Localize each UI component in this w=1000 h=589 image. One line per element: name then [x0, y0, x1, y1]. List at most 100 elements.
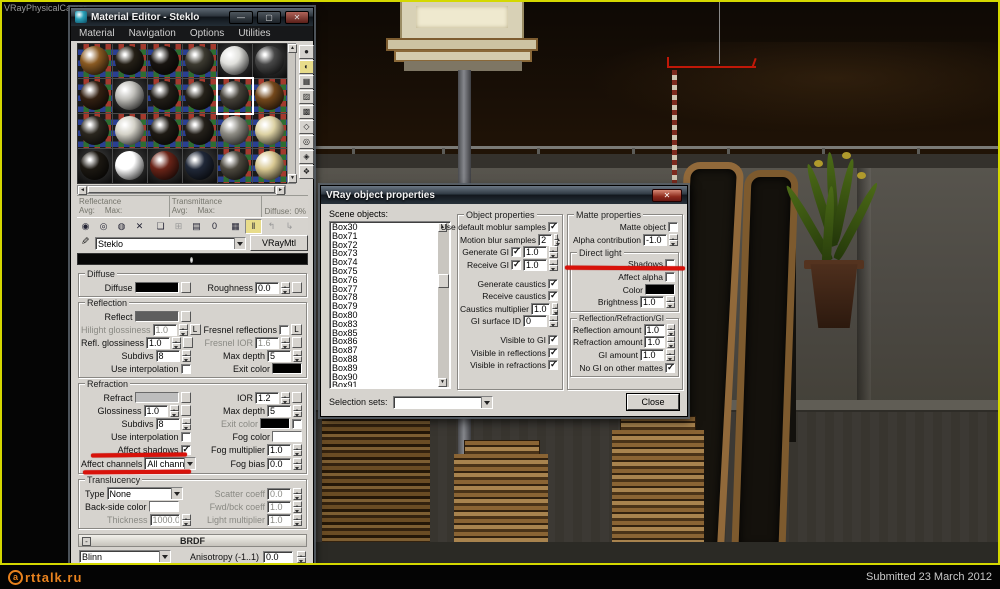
hilight-lock-button[interactable]: L — [190, 324, 201, 335]
receive-gi-field[interactable]: 1.0 — [523, 259, 547, 271]
dropdown-arrow-icon[interactable] — [481, 397, 492, 408]
roughness-field[interactable]: 0.0 — [255, 282, 279, 294]
hilight-glossiness-spinner[interactable] — [179, 324, 188, 336]
material-sample-slot[interactable] — [253, 114, 287, 148]
fresnel-ior-spinner[interactable] — [281, 337, 290, 349]
material-sample-slot[interactable] — [253, 44, 287, 78]
material-sample-slot[interactable] — [113, 149, 147, 183]
material-sample-slot[interactable] — [183, 149, 217, 183]
sample-uv-tiling-icon[interactable]: ▨ — [299, 90, 314, 104]
thickness-spinner[interactable] — [182, 514, 191, 526]
refraction-amount-spinner[interactable] — [667, 336, 675, 348]
material-sample-slot[interactable] — [148, 149, 182, 183]
make-preview-icon[interactable]: ◇ — [299, 120, 314, 134]
fwd-bck-coeff-spinner[interactable] — [293, 501, 302, 513]
refl-use-interpolation-checkbox[interactable] — [181, 364, 191, 374]
brdf-rollout-header[interactable]: - BRDF — [78, 534, 307, 547]
matte-object-checkbox[interactable] — [668, 222, 678, 232]
background-icon[interactable]: ▦ — [299, 75, 314, 89]
selection-sets-dropdown[interactable] — [393, 396, 493, 409]
refr-exit-color-swatch[interactable] — [260, 418, 290, 429]
affect-alpha-checkbox[interactable] — [665, 272, 675, 282]
material-sample-slot[interactable] — [218, 114, 252, 148]
show-map-in-viewport-icon[interactable]: ▦ — [227, 219, 244, 234]
dropdown-arrow-icon[interactable] — [234, 238, 245, 249]
scroll-down-icon[interactable]: ▼ — [288, 174, 297, 183]
material-sample-slot[interactable] — [78, 44, 112, 78]
scroll-up-icon[interactable]: ▲ — [288, 44, 297, 53]
slots-horizontal-scrollbar[interactable]: ◄ ► — [77, 185, 286, 194]
put-to-library-icon[interactable]: ▤ — [188, 219, 205, 234]
material-sample-slot[interactable] — [218, 79, 252, 113]
material-sample-slot[interactable] — [78, 114, 112, 148]
collapse-icon[interactable]: - — [82, 537, 91, 546]
slots-vertical-scrollbar[interactable]: ▲ ▼ — [287, 43, 296, 184]
ior-map-button[interactable] — [292, 392, 302, 403]
roughness-map-button[interactable] — [292, 282, 302, 293]
material-sample-slot[interactable] — [113, 79, 147, 113]
material-sample-slot[interactable] — [148, 79, 182, 113]
refr-exit-color-checkbox[interactable] — [292, 419, 302, 429]
reflection-amount-spinner[interactable] — [667, 324, 675, 336]
refr-use-interpolation-checkbox[interactable] — [181, 432, 191, 442]
material-name-dropdown[interactable]: Steklo — [95, 237, 246, 250]
anisotropy-field[interactable]: 0.0 — [263, 551, 293, 563]
caustics-multiplier-spinner[interactable] — [552, 303, 558, 315]
gi-amount-field[interactable]: 1.0 — [640, 349, 664, 361]
motion-blur-samples-field[interactable]: 2 — [538, 234, 552, 246]
scene-object-item[interactable]: Box91 — [332, 381, 437, 387]
fwd-bck-coeff-field[interactable]: 1.0 — [267, 501, 291, 513]
material-type-button[interactable]: VRayMtl — [250, 235, 308, 251]
brightness-field[interactable]: 1.0 — [640, 296, 664, 308]
sample-type-icon[interactable]: ● — [299, 45, 314, 59]
minimize-button[interactable]: — — [229, 11, 253, 24]
generate-gi-checkbox[interactable] — [511, 247, 521, 257]
roughness-spinner[interactable] — [281, 282, 290, 294]
fog-multiplier-field[interactable]: 1.0 — [267, 444, 291, 456]
refraction-amount-field[interactable]: 1.0 — [644, 336, 665, 348]
material-sample-slot[interactable] — [148, 44, 182, 78]
select-by-material-icon[interactable]: ◈ — [299, 150, 314, 164]
alpha-contribution-spinner[interactable] — [669, 234, 678, 246]
ior-field[interactable]: 1.2 — [255, 392, 279, 404]
refr-glossiness-spinner[interactable] — [170, 405, 179, 417]
menu-item[interactable]: Navigation — [129, 28, 176, 39]
material-sample-slot[interactable] — [148, 114, 182, 148]
dialog-close-button[interactable]: Close — [627, 394, 679, 410]
scatter-coeff-field[interactable]: 0.0 — [267, 488, 291, 500]
fresnel-ior-map-button[interactable] — [292, 337, 302, 348]
fog-bias-spinner[interactable] — [293, 458, 302, 470]
get-material-icon[interactable]: ◉ — [77, 219, 94, 234]
refl-glossiness-field[interactable]: 1.0 — [146, 337, 170, 349]
fresnel-ior-field[interactable]: 1.6 — [255, 337, 279, 349]
video-color-check-icon[interactable]: ▩ — [299, 105, 314, 119]
close-button[interactable]: ✕ — [285, 11, 309, 24]
assign-material-to-selection-icon[interactable]: ◍ — [113, 219, 130, 234]
material-sample-slot[interactable] — [183, 44, 217, 78]
generate-gi-spinner[interactable] — [549, 246, 558, 258]
refl-glossiness-spinner[interactable] — [172, 337, 181, 349]
material-id-channel-icon[interactable]: 0 — [206, 219, 223, 234]
motion-blur-samples-spinner[interactable] — [554, 234, 558, 246]
scatter-coeff-spinner[interactable] — [293, 488, 302, 500]
receive-gi-spinner[interactable] — [549, 259, 558, 271]
reflect-color-swatch[interactable] — [135, 311, 179, 322]
refr-max-depth-spinner[interactable] — [293, 405, 302, 417]
gi-surface-id-field[interactable]: 0 — [523, 315, 547, 327]
refl-exit-color-swatch[interactable] — [272, 363, 302, 374]
diffuse-map-button[interactable] — [181, 282, 191, 293]
direct-light-color-swatch[interactable] — [645, 284, 675, 295]
anisotropy-spinner[interactable] — [297, 551, 306, 563]
refr-subdivs-field[interactable]: 8 — [156, 418, 180, 430]
dropdown-arrow-icon[interactable] — [159, 551, 170, 562]
menu-item[interactable]: Material — [79, 28, 115, 39]
backside-color-swatch[interactable] — [149, 501, 179, 512]
make-material-copy-icon[interactable]: ❏ — [152, 219, 169, 234]
thickness-field[interactable]: 1000.0 — [150, 514, 180, 526]
list-scrollbar[interactable]: ▲ ▼ — [438, 223, 449, 387]
gi-surface-id-spinner[interactable] — [549, 315, 558, 327]
material-sample-slot[interactable] — [218, 149, 252, 183]
fog-bias-field[interactable]: 0.0 — [267, 458, 291, 470]
material-sample-slot[interactable] — [78, 79, 112, 113]
backlight-icon[interactable]: ◐ — [299, 60, 314, 74]
